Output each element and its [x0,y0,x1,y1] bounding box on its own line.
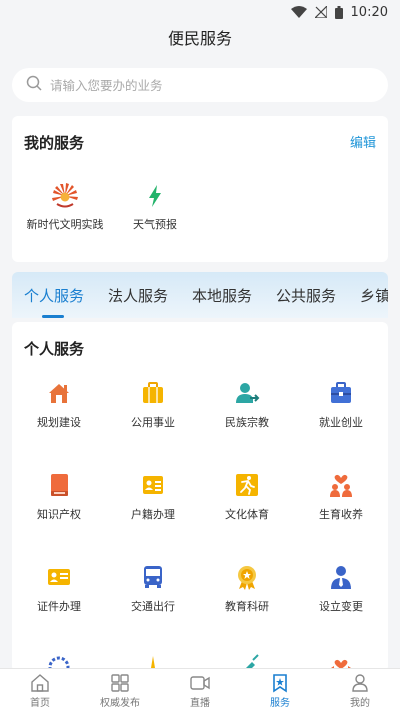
tab-local[interactable]: 本地服务 [192,285,252,306]
status-bar: 10:20 [0,0,400,24]
civilization-logo-icon [52,183,78,208]
service-item[interactable]: 文化体育 [200,472,294,522]
service-label: 规划建设 [37,416,81,429]
nav-label: 首页 [30,697,50,709]
nav-home[interactable]: 首页 [0,669,80,712]
service-label: 民族宗教 [225,416,269,429]
medal-icon [238,566,256,590]
profile-icon [352,673,368,692]
house-icon [49,384,69,403]
tab-legal[interactable]: 法人服务 [108,285,168,306]
nav-profile[interactable]: 我的 [320,669,400,712]
service-item[interactable]: 户籍办理 [106,472,200,522]
service-label: 文化体育 [225,508,269,521]
page-title: 便民服务 [167,29,232,48]
status-time: 10:20 [350,4,388,20]
edit-button[interactable]: 编辑 [350,132,376,151]
service-label: 知识产权 [37,508,81,521]
nav-label: 服务 [270,697,290,709]
lightning-icon [149,185,161,207]
book-icon [51,474,68,496]
nav-live[interactable]: 直播 [160,669,240,712]
nav-services[interactable]: 服务 [240,669,320,712]
service-item[interactable]: 就业创业 [294,380,388,430]
search-icon [26,75,42,95]
service-item[interactable]: 设立变更 [294,564,388,614]
my-service-label: 天气预报 [133,218,177,231]
person-arrow-icon [236,383,260,403]
service-label: 户籍办理 [131,508,175,521]
nav-label: 我的 [350,697,370,709]
service-item[interactable]: 民族宗教 [200,380,294,430]
user-tie-icon [331,566,351,589]
tab-personal[interactable]: 个人服务 [24,285,84,318]
tab-township[interactable]: 乡镇服务 [360,285,388,306]
nav-announcements[interactable]: 权威发布 [80,669,160,712]
bottom-nav: 首页 权威发布 直播 服务 我的 [0,668,400,712]
battery-icon [334,5,343,19]
video-icon [190,675,210,690]
family-icon [330,474,352,497]
runner-icon [236,474,258,496]
nav-label: 直播 [190,697,210,709]
wifi-icon [290,6,307,18]
personal-services-card: 个人服务 规划建设 公用事业 民族宗教 就业创业 知识产权 户籍办理 文化体育 … [12,322,388,672]
personal-services-title: 个人服务 [24,340,85,358]
service-item[interactable]: 规划建设 [12,380,106,430]
service-label: 交通出行 [131,600,175,613]
grid-icon [111,673,129,692]
service-label: 证件办理 [37,600,81,613]
service-label: 教育科研 [225,600,269,613]
my-service-weather[interactable]: 天气预报 [110,182,200,232]
service-item[interactable]: 公用事业 [106,380,200,430]
briefcase-icon [143,382,163,403]
my-services-card: 我的服务 编辑 新时代文明实践 天气预报 [12,116,388,262]
certificate-icon [48,569,70,585]
service-item[interactable]: 教育科研 [200,564,294,614]
service-label: 公用事业 [131,416,175,429]
service-item[interactable]: 知识产权 [12,472,106,522]
nav-label: 权威发布 [100,697,140,709]
bus-icon [144,566,162,588]
service-label: 生育收养 [319,508,363,521]
home-icon [31,673,49,692]
service-label: 就业创业 [319,416,363,429]
search-bar[interactable] [12,68,388,102]
service-label: 设立变更 [319,600,363,613]
service-item[interactable]: 证件办理 [12,564,106,614]
toolbox-icon [331,382,351,403]
tab-public[interactable]: 公共服务 [276,285,336,306]
search-input[interactable] [50,77,350,93]
service-item[interactable]: 生育收养 [294,472,388,522]
id-card-icon [143,476,163,494]
no-signal-icon [314,6,327,18]
my-service-civilization[interactable]: 新时代文明实践 [20,182,110,232]
service-item[interactable]: 交通出行 [106,564,200,614]
my-service-label: 新时代文明实践 [26,218,104,231]
my-services-title: 我的服务 [24,134,85,152]
bookmark-star-icon [273,673,287,692]
service-tabs: 个人服务 法人服务 本地服务 公共服务 乡镇服务 [12,272,388,318]
